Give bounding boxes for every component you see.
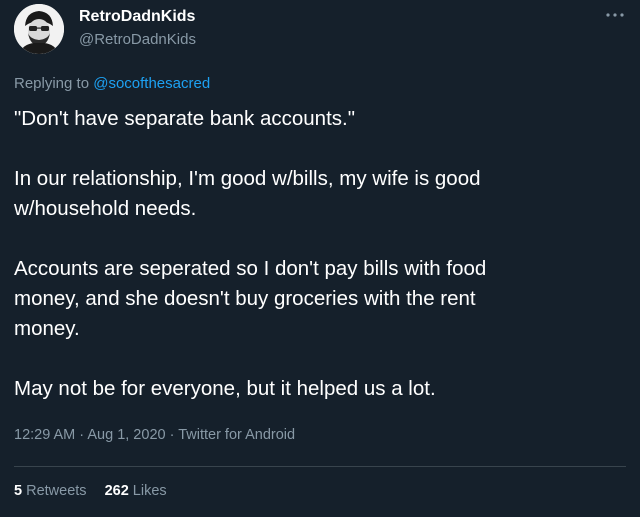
retweets-label: Retweets [26, 483, 87, 499]
replying-to-label: Replying to [14, 75, 90, 92]
retweets-stat[interactable]: 5 Retweets [14, 483, 87, 499]
meta-separator: · [165, 427, 179, 443]
tweet-text: "Don't have separate bank accounts." In … [14, 104, 626, 434]
likes-label: Likes [132, 483, 167, 499]
likes-count: 262 [104, 483, 129, 499]
more-horizontal-icon[interactable] [604, 8, 626, 22]
tweet-paragraph: Accounts are seperated so I don't pay bi… [14, 257, 487, 340]
tweet-source[interactable]: Twitter for Android [178, 427, 295, 443]
avatar-image [14, 4, 64, 54]
replying-to: Replying to @socofthesacred [14, 75, 210, 92]
tweet-stats: 5 Retweets 262 Likes [14, 483, 167, 499]
retweets-count: 5 [14, 483, 23, 499]
avatar[interactable] [14, 4, 64, 54]
reply-mention-link[interactable]: @socofthesacred [93, 75, 210, 92]
tweet-paragraph: "Don't have separate bank accounts." [14, 107, 355, 130]
tweet-time[interactable]: 12:29 AM [14, 427, 75, 443]
likes-stat[interactable]: 262 Likes [105, 483, 167, 499]
tweet-card: RetroDadnKids @RetroDadnKids Replying to… [0, 0, 640, 517]
user-handle[interactable]: @RetroDadnKids [79, 31, 196, 48]
divider [14, 466, 626, 467]
tweet-paragraph: May not be for everyone, but it helped u… [14, 377, 436, 400]
tweet-paragraph: In our relationship, I'm good w/bills, m… [14, 167, 481, 220]
tweet-date[interactable]: Aug 1, 2020 [87, 427, 165, 443]
display-name[interactable]: RetroDadnKids [79, 8, 195, 26]
tweet-metadata: 12:29 AM · Aug 1, 2020 · Twitter for And… [14, 427, 295, 443]
meta-separator: · [75, 427, 88, 443]
